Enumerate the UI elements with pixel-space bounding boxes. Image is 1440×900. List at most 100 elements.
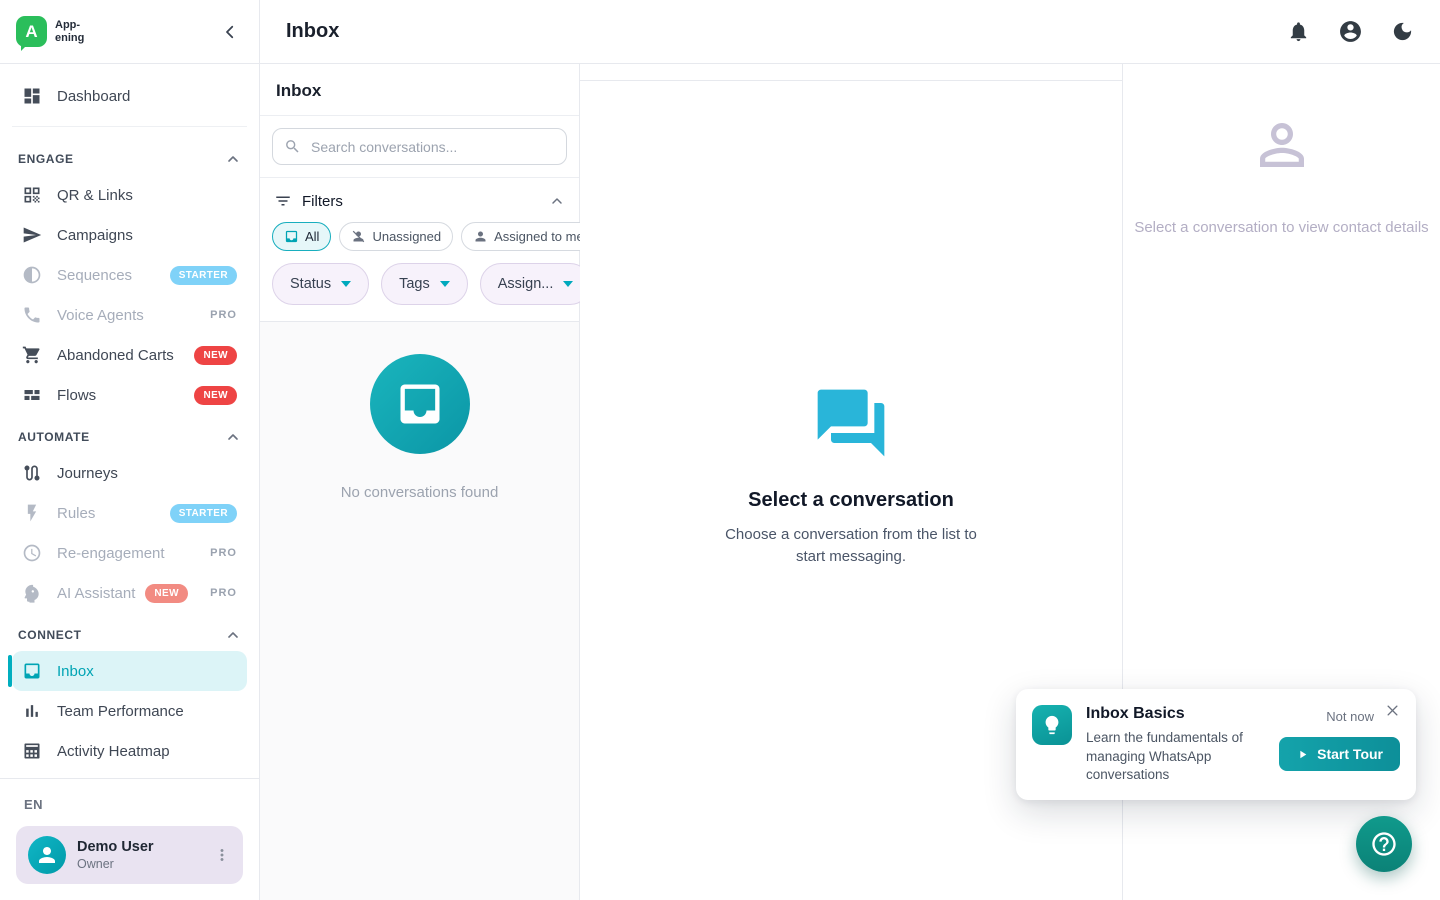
chevron-up-icon[interactable] [225,627,241,643]
dropdown-label: Tags [399,276,430,292]
starter-badge: STARTER [170,504,237,523]
selected-indicator [8,655,12,687]
person-icon [473,229,488,244]
sidebar-footer: EN Demo User Owner [0,778,259,900]
chevron-up-icon[interactable] [225,429,241,445]
brand-name: App- ening [55,19,84,44]
conversations-title: Inbox [276,81,563,101]
topbar: Inbox [260,0,1440,64]
flows-icon [22,385,42,405]
notifications-button[interactable] [1287,20,1310,43]
conversations-list: No conversations found [260,322,579,900]
sidebar-item-voice-agents[interactable]: Voice Agents PRO [12,295,247,335]
search-input[interactable] [272,128,567,165]
more-vertical-icon[interactable] [213,846,231,864]
sidebar-item-dashboard[interactable]: Dashboard [12,76,247,116]
sidebar-item-label: QR & Links [57,187,133,204]
sidebar: A App- ening Dashboard ENGAGE [0,0,260,900]
brand-logo: A [16,16,47,47]
chat-empty-subtitle: Choose a conversation from the list to s… [716,524,986,568]
user-role: Owner [77,857,154,871]
search-box [272,128,567,165]
help-icon [1370,830,1398,858]
brand-name-top: App- [55,19,84,32]
dropdown-label: Assign... [498,276,554,292]
send-icon [22,225,42,245]
sidebar-item-inbox[interactable]: Inbox [12,651,247,691]
brand-logo-letter: A [25,22,37,42]
chevron-up-icon[interactable] [225,151,241,167]
caret-down-icon [563,281,573,287]
filter-chip-assigned-to-me[interactable]: Assigned to me [461,222,596,251]
bar-chart-icon [22,701,42,721]
sidebar-item-team-performance[interactable]: Team Performance [12,691,247,731]
sidebar-item-rules[interactable]: Rules STARTER [12,493,247,533]
dark-mode-toggle[interactable] [1391,20,1414,43]
dropdown-label: Status [290,276,331,292]
sidebar-item-re-engagement[interactable]: Re-engagement PRO [12,533,247,573]
sidebar-header: A App- ening [0,0,259,64]
sidebar-item-label: AI Assistant [57,585,135,602]
lightbulb-icon [1032,705,1072,745]
qr-code-icon [22,185,42,205]
close-icon [1385,703,1400,718]
section-title: AUTOMATE [18,430,90,444]
language-selector[interactable]: EN [16,793,243,826]
new-badge: NEW [194,346,237,365]
phone-icon [22,305,42,325]
section-title: CONNECT [18,628,82,642]
section-title: ENGAGE [18,152,74,166]
status-dropdown[interactable]: Status [272,263,369,305]
account-circle-icon [1338,19,1363,44]
pro-label: PRO [210,309,237,321]
assignee-dropdown[interactable]: Assign... [480,263,592,305]
sidebar-collapse-button[interactable] [217,19,243,45]
main-area: Inbox Inbox [260,0,1440,900]
sidebar-item-label: Activity Heatmap [57,743,170,760]
sidebar-item-activity-heatmap[interactable]: Activity Heatmap [12,731,247,771]
sidebar-item-label: Sequences [57,267,132,284]
filters-header[interactable]: Filters [272,190,567,222]
sidebar-item-label: Re-engagement [57,545,165,562]
tags-dropdown[interactable]: Tags [381,263,468,305]
sidebar-item-qr-links[interactable]: QR & Links [12,175,247,215]
ai-assistant-icon [22,583,42,603]
search-icon [284,138,301,155]
start-tour-button[interactable]: Start Tour [1279,737,1400,771]
new-badge: NEW [194,386,237,405]
conversations-header: Inbox [260,64,579,116]
sidebar-item-abandoned-carts[interactable]: Abandoned Carts NEW [12,335,247,375]
sidebar-item-label: Team Performance [57,703,184,720]
topbar-actions [1287,19,1414,44]
help-button[interactable] [1356,816,1412,872]
user-meta: Demo User Owner [77,839,154,871]
filter-chip-all[interactable]: All [272,222,331,251]
toast-actions: Not now Start Tour [1279,705,1400,784]
dashboard-icon [22,86,42,106]
play-icon [1296,748,1309,761]
chevron-up-icon[interactable] [549,193,565,209]
account-button[interactable] [1338,19,1363,44]
sidebar-item-ai-assistant[interactable]: AI Assistant NEW PRO [12,573,247,613]
sidebar-item-label: Dashboard [57,88,130,105]
clock-icon [22,543,42,563]
pro-label: PRO [210,547,237,559]
sidebar-item-sequences[interactable]: Sequences STARTER [12,255,247,295]
close-button[interactable] [1383,701,1402,720]
filter-chips: All Unassigned Assigned to me [272,222,567,251]
route-icon [22,463,42,483]
sidebar-nav: Dashboard ENGAGE QR & Links Campaigns [0,64,259,778]
empty-inbox-icon [370,354,470,454]
avatar [28,836,66,874]
chat-panel-header [580,64,1122,81]
filter-chip-unassigned[interactable]: Unassigned [339,222,453,251]
chevron-left-icon [221,23,239,41]
sidebar-item-campaigns[interactable]: Campaigns [12,215,247,255]
caret-down-icon [440,281,450,287]
sidebar-section-automate: AUTOMATE [12,415,247,453]
sidebar-item-flows[interactable]: Flows NEW [12,375,247,415]
sidebar-item-journeys[interactable]: Journeys [12,453,247,493]
not-now-button[interactable]: Not now [1326,709,1374,724]
user-card[interactable]: Demo User Owner [16,826,243,884]
sidebar-divider [12,126,247,127]
